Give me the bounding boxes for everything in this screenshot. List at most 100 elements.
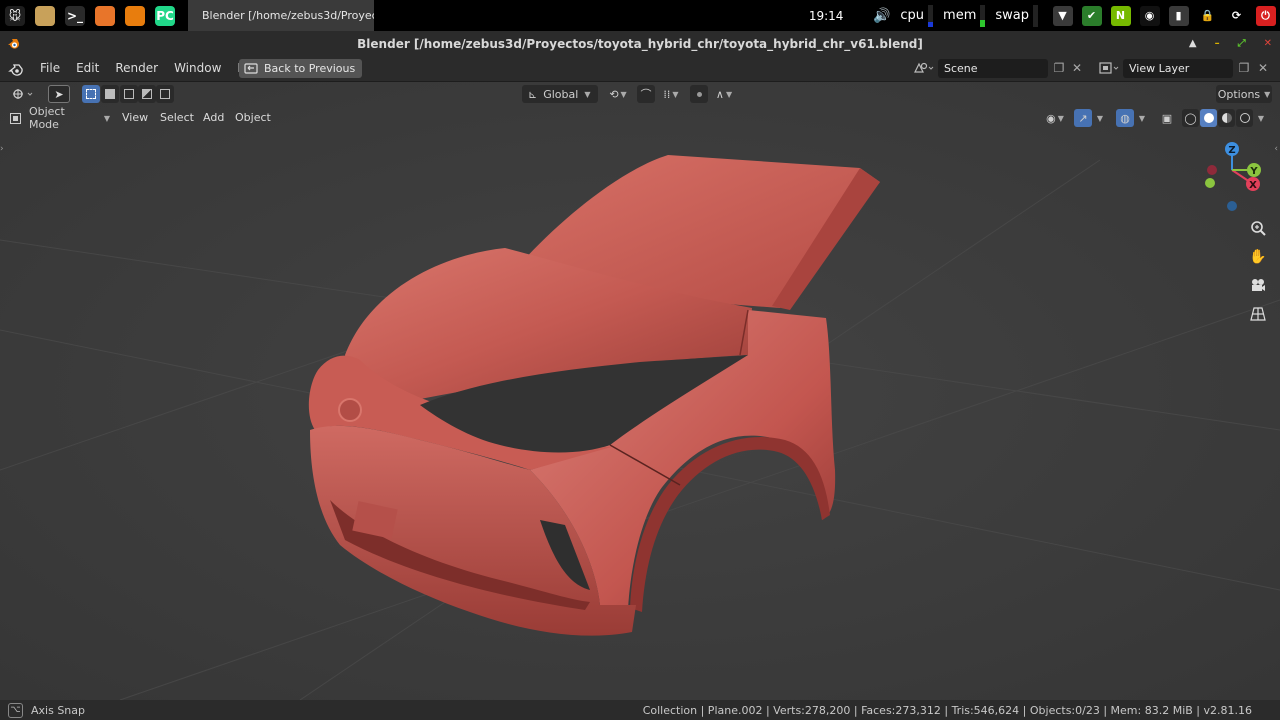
mode-dropdown[interactable]: Object Mode ▼ — [10, 105, 110, 131]
gitlab-icon[interactable] — [90, 0, 120, 31]
chevron-down-icon: ▼ — [672, 89, 679, 99]
menu-render[interactable]: Render — [107, 56, 166, 81]
select-mode-invert[interactable] — [138, 85, 156, 103]
taskbar-window-button[interactable]: Blender [/home/zebus3d/Proyect... — [188, 0, 374, 31]
select-mode-subtract[interactable] — [120, 85, 138, 103]
tool-settings-header: ➤ ⊾ Global ▼ ⟲ ▼ ⌒ ⁞⁞ ▼ ∧ ▼ Options ▼ — [0, 82, 1280, 107]
status-hint: Axis Snap — [31, 703, 85, 717]
new-view-layer-icon[interactable]: ❐ — [1237, 61, 1251, 75]
monitor-2[interactable]: swap — [995, 4, 1040, 27]
window-controls: ▲ – ⤢ ✕ — [1189, 31, 1272, 56]
clipboard-icon[interactable]: ▮ — [1164, 0, 1193, 31]
maximize-arrow-icon[interactable]: ▲ — [1189, 38, 1197, 49]
visibility-dropdown[interactable]: ◉ ▼ — [1042, 109, 1068, 127]
perspective-toggle-button[interactable] — [1247, 303, 1269, 325]
delete-scene-icon[interactable]: ✕ — [1070, 61, 1084, 75]
minimize-icon[interactable]: – — [1215, 38, 1220, 49]
monitor-bar-fill — [980, 19, 986, 27]
shading-rendered[interactable] — [1236, 109, 1253, 127]
menu-view[interactable]: View — [117, 109, 153, 127]
menu-edit[interactable]: Edit — [68, 56, 107, 81]
file-manager-icon[interactable] — [30, 0, 60, 31]
monitor-1[interactable]: mem — [943, 4, 987, 27]
select-extend-icon — [105, 89, 115, 99]
toolbar-expand-arrow-icon[interactable]: › — [0, 144, 4, 154]
select-mode-intersect[interactable] — [156, 85, 174, 103]
proportional-edit-toggle[interactable] — [690, 85, 708, 103]
transform-orientation-dropdown[interactable]: ⊾ Global ▼ — [522, 85, 598, 103]
camera-view-button[interactable] — [1247, 274, 1269, 296]
falloff-dropdown[interactable]: ∧ ▼ — [710, 85, 738, 103]
gizmo-toggle[interactable]: ↗ — [1074, 109, 1092, 127]
gizmo-dropdown[interactable]: ▼ — [1093, 109, 1107, 127]
select-box-icon — [86, 89, 96, 99]
select-mode-extend[interactable] — [101, 85, 119, 103]
shading-wireframe[interactable]: ◯ — [1182, 109, 1199, 127]
scene-icon[interactable] — [912, 61, 936, 75]
view-layer-selector[interactable]: View Layer — [1123, 59, 1233, 78]
xray-toggle[interactable]: ▣ — [1158, 109, 1176, 127]
close-icon[interactable]: ✕ — [1264, 38, 1272, 49]
cursor-arrow-icon: ➤ — [54, 87, 64, 101]
gizmo-neg-x-dot[interactable] — [1207, 165, 1217, 175]
volume-icon[interactable]: 🔊 — [867, 0, 896, 31]
viewport-scene[interactable] — [0, 82, 1280, 700]
refresh-icon[interactable]: ⟳ — [1222, 0, 1251, 31]
view-layer-icon[interactable] — [1097, 61, 1121, 75]
whisker-menu-icon[interactable]: 🐭 — [0, 0, 30, 31]
gizmo-neg-y-dot[interactable] — [1205, 178, 1215, 188]
3d-viewport[interactable]: ➤ ⊾ Global ▼ ⟲ ▼ ⌒ ⁞⁞ ▼ ∧ ▼ Options ▼ Objec… — [0, 82, 1280, 700]
terminal-icon[interactable]: >_ — [60, 0, 90, 31]
chevron-down-icon: ▼ — [584, 89, 591, 99]
chevron-down-icon: ▼ — [725, 89, 733, 99]
shading-material[interactable] — [1218, 109, 1235, 127]
sidebar-expand-arrow-icon[interactable]: ‹ — [1274, 144, 1278, 154]
scene-selector[interactable]: Scene — [938, 59, 1048, 78]
monitor-0[interactable]: cpu — [900, 4, 935, 27]
snap-target-dropdown[interactable]: ⁞⁞ ▼ — [657, 85, 685, 103]
menu-bar: File Edit Render Window Help Back to Pre… — [0, 56, 1280, 81]
shading-solid[interactable] — [1200, 109, 1217, 127]
blender-menu-icon[interactable] — [8, 61, 24, 77]
taskbar-tray: 19:14 🔊 cpu mem swap ▼ ✔ N ◉ ▮ 🔒 ⟳ ⏻ — [809, 0, 1280, 31]
blender-launcher-icon[interactable] — [120, 0, 150, 31]
nvidia-icon[interactable]: N — [1106, 0, 1135, 31]
back-to-previous-label: Back to Previous — [264, 62, 356, 75]
new-scene-icon[interactable]: ❐ — [1052, 61, 1066, 75]
navigation-gizmo[interactable]: Z Y X — [1198, 140, 1268, 212]
security-shield-icon-glyph: ✔ — [1081, 5, 1102, 26]
delete-view-layer-icon[interactable]: ✕ — [1256, 61, 1270, 75]
select-mode-new[interactable] — [82, 85, 100, 103]
gizmo-icon: ↗ — [1078, 111, 1088, 125]
obs-icon[interactable]: ◉ — [1135, 0, 1164, 31]
options-dropdown[interactable]: Options ▼ — [1216, 85, 1272, 103]
shading-dropdown[interactable]: ▼ — [1254, 109, 1268, 127]
select-tool-button[interactable]: ➤ — [48, 85, 70, 103]
pycharm-icon[interactable]: PC — [150, 0, 180, 31]
back-to-previous-button[interactable]: Back to Previous — [239, 59, 363, 78]
security-shield-icon[interactable]: ✔ — [1077, 0, 1106, 31]
clock[interactable]: 19:14 — [809, 9, 844, 23]
zoom-button[interactable] — [1247, 217, 1269, 239]
restore-icon[interactable]: ⤢ — [1238, 38, 1246, 49]
menu-window[interactable]: Window — [166, 56, 229, 81]
pivot-point-dropdown[interactable]: ⟲ ▼ — [604, 85, 632, 103]
gizmo-y-label: Y — [1249, 166, 1258, 177]
pan-button[interactable]: ✋ — [1247, 246, 1269, 268]
menu-select[interactable]: Select — [155, 109, 199, 127]
gizmo-neg-z-dot[interactable] — [1227, 201, 1237, 211]
overlays-toggle[interactable]: ◍ — [1116, 109, 1134, 127]
lock-icon[interactable]: 🔒 — [1193, 0, 1222, 31]
editor-type-button[interactable] — [8, 85, 38, 103]
power-icon[interactable]: ⏻ — [1251, 0, 1280, 31]
menu-object[interactable]: Object — [230, 109, 276, 127]
menu-file[interactable]: File — [32, 56, 68, 81]
snap-toggle[interactable]: ⌒ — [637, 85, 655, 103]
network-icon[interactable]: ▼ — [1048, 0, 1077, 31]
rendered-sphere-icon — [1239, 113, 1250, 123]
menu-add[interactable]: Add — [198, 109, 229, 127]
monitor-label: cpu — [900, 8, 925, 23]
pycharm-icon-glyph: PC — [155, 5, 175, 26]
snap-grid-icon: ⁞⁞ — [663, 87, 671, 101]
overlays-dropdown[interactable]: ▼ — [1135, 109, 1149, 127]
